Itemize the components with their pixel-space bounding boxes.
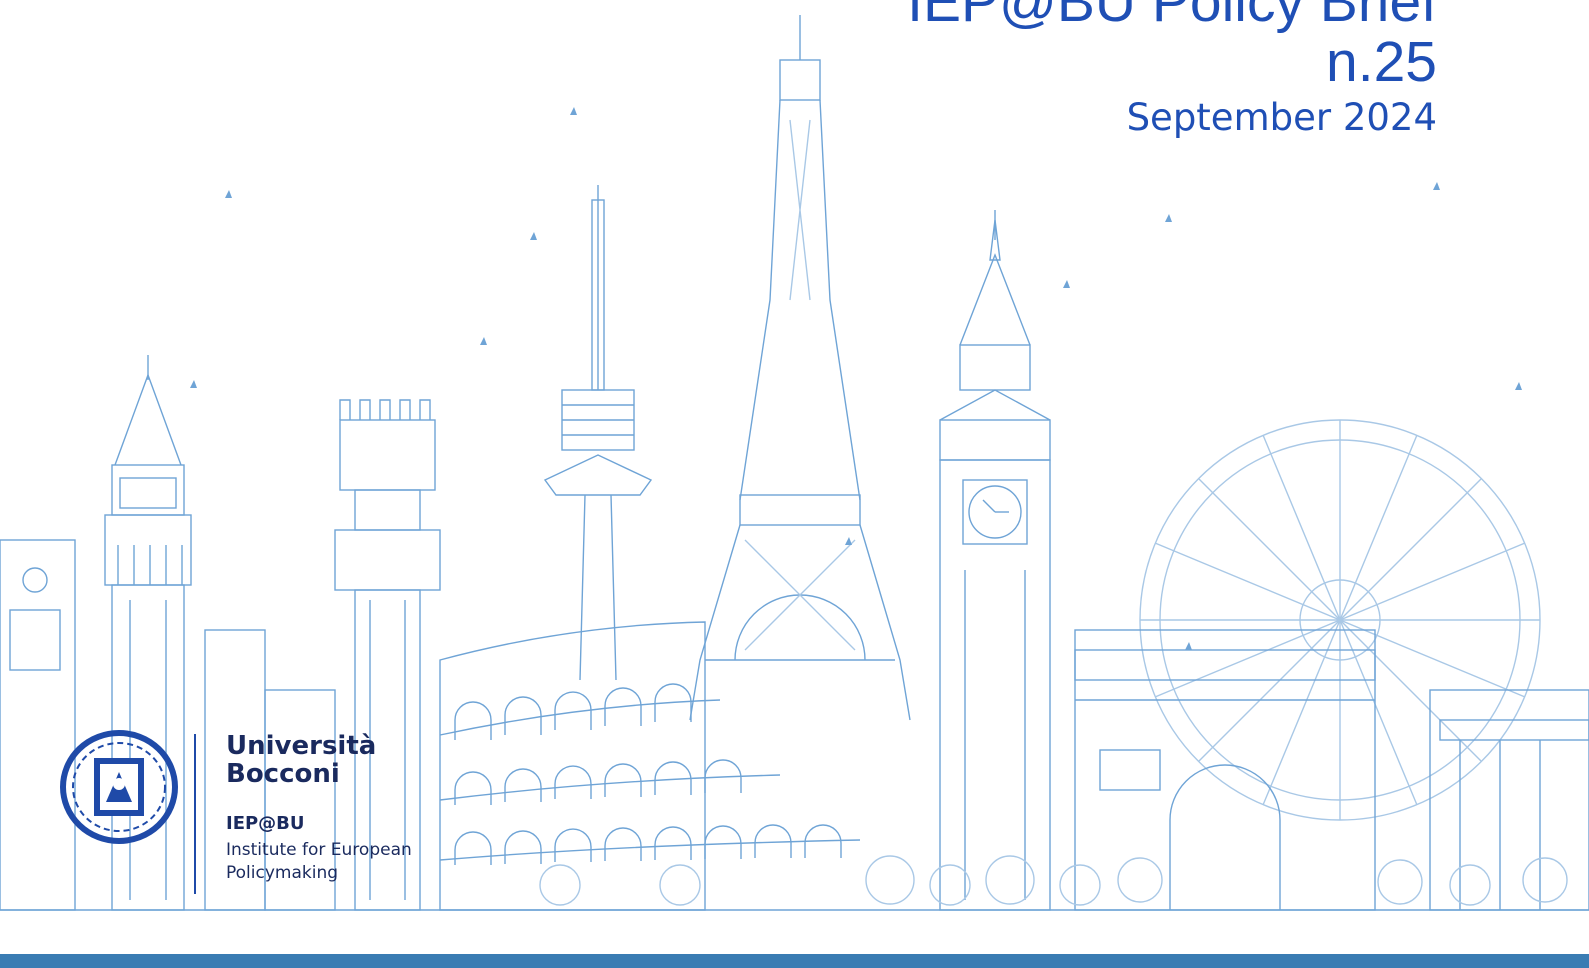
university-name-line2: Bocconi	[226, 759, 340, 789]
right-colonnade	[1429, 689, 1589, 911]
institute-name: Institute for European Policymaking	[226, 839, 486, 885]
bocconi-logo: Università Bocconi IEP@BU Institute for …	[58, 728, 478, 903]
triumphal-arch	[1074, 629, 1376, 911]
cover-title: IEP@BU Policy Brief	[907, 0, 1437, 34]
cover-title-block: IEP@BU Policy Brief n.25 September 2024	[907, 0, 1437, 140]
ground-bar	[0, 954, 1589, 968]
bocconi-seal-icon	[60, 730, 178, 844]
institute-abbreviation: IEP@BU	[226, 813, 305, 834]
logo-divider	[194, 734, 196, 894]
clock-tower	[939, 210, 1051, 911]
institute-name-line1: Institute for European	[226, 840, 412, 860]
eiffel-tower	[689, 15, 911, 721]
university-name: Università Bocconi	[226, 732, 376, 788]
cover-number: n.25	[1326, 30, 1437, 94]
bird-icon	[190, 107, 1522, 650]
institute-name-line2: Policymaking	[226, 863, 339, 883]
trees	[539, 855, 1568, 906]
tv-tower	[543, 185, 653, 681]
ferris-wheel	[1139, 419, 1541, 821]
university-name-line1: Università	[226, 731, 377, 761]
cover-date: September 2024	[1126, 96, 1437, 139]
colosseum	[439, 621, 861, 911]
